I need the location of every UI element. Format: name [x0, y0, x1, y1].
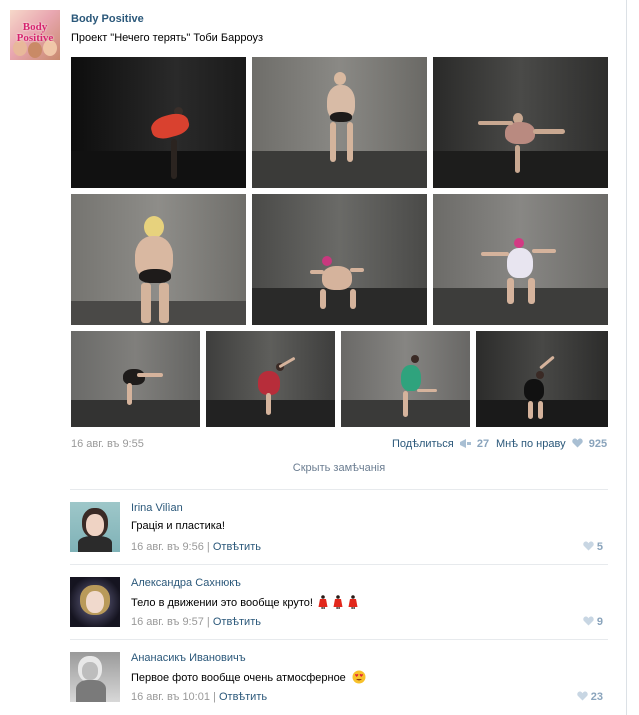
commenter-name[interactable]: Александра Сахнюкъ	[131, 577, 241, 589]
hide-comments-link[interactable]: Скрыть замѣчанія	[70, 462, 608, 474]
comment-meta: 16 авг. въ 9:56 | Отвѣтить	[131, 541, 261, 553]
photo-1[interactable]	[71, 57, 246, 188]
commenter-avatar[interactable]	[70, 652, 120, 702]
photo-8[interactable]	[206, 331, 335, 427]
divider	[70, 564, 608, 565]
comment-like-count: 5	[596, 541, 603, 553]
comment-meta: 16 авг. въ 9:57 | Отвѣтить	[131, 616, 261, 628]
comment-text: Первое фото вообще очень атмосферное	[131, 670, 366, 684]
comment-text: Тело в движении это вообще круто!	[131, 595, 358, 609]
commenter-name[interactable]: Irina Vilìan	[131, 502, 183, 514]
megaphone-icon	[459, 439, 471, 448]
comment-1: Irina Vilìan Грація и пластика! 16 авг. …	[70, 502, 608, 562]
community-avatar[interactable]: Body Positive	[10, 10, 60, 60]
post-date[interactable]: 16 авг. въ 9:55	[71, 438, 144, 450]
heart-icon	[583, 541, 594, 551]
comment-date[interactable]: 16 авг. въ 9:57	[131, 616, 204, 628]
photo-5[interactable]	[252, 194, 427, 325]
like-label: Мнѣ по нраву	[496, 438, 566, 450]
like-count: 925	[588, 438, 608, 450]
divider	[70, 489, 608, 490]
reply-link[interactable]: Отвѣтить	[219, 691, 267, 703]
dancer-emoji	[333, 595, 343, 609]
reply-link[interactable]: Отвѣтить	[213, 541, 261, 553]
post-author-link[interactable]: Body Positive	[71, 13, 144, 25]
comment-date[interactable]: 16 авг. въ 9:56	[131, 541, 204, 553]
photo-6[interactable]	[433, 194, 608, 325]
share-count: 27	[476, 438, 490, 450]
reply-link[interactable]: Отвѣтить	[213, 616, 261, 628]
heart-icon	[583, 616, 594, 626]
photo-7[interactable]	[71, 331, 200, 427]
comment-meta: 16 авг. въ 10:01 | Отвѣтить	[131, 691, 268, 703]
comment-2: Александра Сахнюкъ Тело в движении это в…	[70, 577, 608, 637]
photo-10[interactable]	[476, 331, 608, 427]
comment-like-button[interactable]: 5	[583, 541, 603, 553]
comment-3: Ананасикъ Ивановичъ Первое фото вообще о…	[70, 652, 608, 712]
page-border	[626, 0, 627, 715]
share-button[interactable]: Подѣлиться 27	[392, 438, 489, 450]
comment-text: Грація и пластика!	[131, 520, 225, 532]
dancer-emoji	[348, 595, 358, 609]
comment-like-count: 9	[596, 616, 603, 628]
photo-3[interactable]	[433, 57, 608, 188]
commenter-avatar[interactable]	[70, 502, 120, 552]
heart-icon	[577, 691, 588, 701]
dancer-emoji	[318, 595, 328, 609]
photo-9[interactable]	[341, 331, 470, 427]
commenter-name[interactable]: Ананасикъ Ивановичъ	[131, 652, 246, 664]
like-button[interactable]: Мнѣ по нраву 925	[496, 438, 607, 450]
photo-2[interactable]	[252, 57, 427, 188]
share-label: Подѣлиться	[392, 438, 454, 450]
divider	[70, 639, 608, 640]
heart-icon	[571, 438, 583, 448]
comment-like-button[interactable]: 23	[577, 691, 603, 703]
post-text: Проект "Нечего терять" Тоби Барроуз	[71, 32, 263, 44]
comment-text-body: Первое фото вообще очень атмосферное	[131, 672, 346, 684]
comment-like-button[interactable]: 9	[583, 616, 603, 628]
comment-like-count: 23	[590, 691, 603, 703]
heart-eyes-emoji	[352, 670, 366, 684]
avatar-logo-text: Body Positive	[16, 21, 54, 44]
commenter-avatar[interactable]	[70, 577, 120, 627]
photo-4[interactable]	[71, 194, 246, 325]
comment-text-body: Тело в движении это вообще круто!	[131, 597, 313, 609]
comment-date[interactable]: 16 авг. въ 10:01	[131, 691, 210, 703]
